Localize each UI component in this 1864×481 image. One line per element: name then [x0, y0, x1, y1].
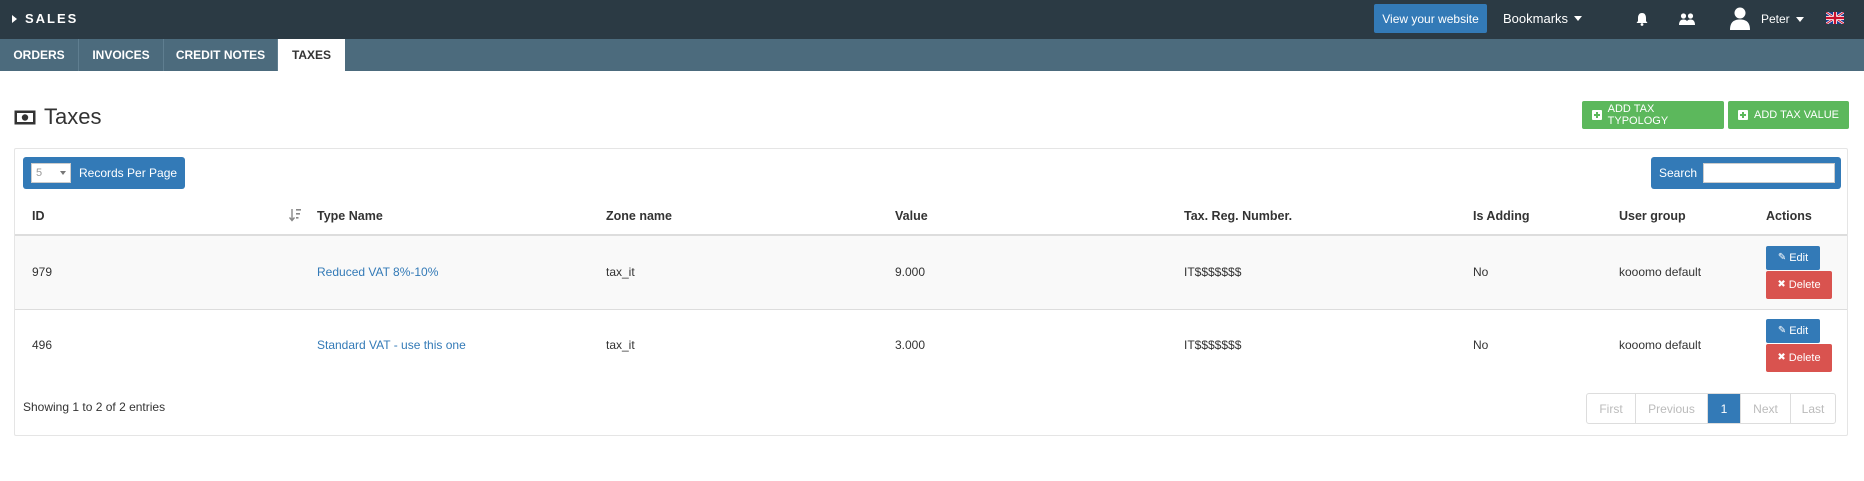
- column-header-actions: Actions: [1766, 209, 1812, 223]
- edit-button[interactable]: ✎ Edit: [1766, 246, 1820, 270]
- add-tax-value-label: ADD TAX VALUE: [1754, 109, 1839, 121]
- column-header-tax-reg[interactable]: Tax. Reg. Number.: [1184, 209, 1292, 223]
- table-row: 979 Reduced VAT 8%-10% tax_it 9.000 IT$$…: [15, 236, 1847, 309]
- users-icon[interactable]: [1678, 12, 1696, 26]
- column-header-type-name[interactable]: Type Name: [317, 209, 383, 223]
- add-tax-typology-label: ADD TAX TYPOLOGY: [1607, 103, 1669, 127]
- delete-label: Delete: [1788, 279, 1821, 291]
- plus-square-icon: [1738, 110, 1748, 120]
- add-tax-value-button[interactable]: ADD TAX VALUE: [1728, 101, 1849, 129]
- cell-value: 3.000: [895, 338, 926, 352]
- view-website-button[interactable]: View your website: [1374, 4, 1487, 33]
- taxes-panel: 5 Records Per Page Search ID Type Name Z…: [14, 148, 1848, 436]
- pagination-next[interactable]: Next: [1741, 394, 1791, 423]
- tab-invoices[interactable]: INVOICES: [79, 39, 164, 71]
- cell-tax-reg: IT$$$$$$$: [1184, 265, 1242, 279]
- edit-icon: ✎: [1777, 325, 1787, 336]
- page-title: Taxes: [14, 104, 101, 130]
- column-header-value[interactable]: Value: [895, 209, 928, 223]
- cell-type-name-link[interactable]: Reduced VAT 8%-10%: [317, 265, 438, 279]
- user-menu[interactable]: Peter: [1761, 12, 1804, 26]
- brand[interactable]: SALES: [12, 11, 78, 26]
- cell-value: 9.000: [895, 265, 926, 279]
- bookmarks-dropdown[interactable]: Bookmarks: [1503, 11, 1583, 26]
- showing-entries-info: Showing 1 to 2 of 2 entries: [23, 400, 166, 414]
- edit-label: Edit: [1789, 325, 1809, 337]
- cell-id: 979: [32, 265, 53, 279]
- records-per-page-label: Records Per Page: [79, 166, 178, 180]
- search-box: Search: [1651, 157, 1841, 189]
- column-header-is-adding[interactable]: Is Adding: [1473, 209, 1529, 223]
- column-header-id[interactable]: ID: [32, 209, 45, 223]
- sort-descending-icon[interactable]: [289, 208, 301, 222]
- cell-user-group: kooomo default: [1619, 265, 1702, 279]
- cell-is-adding: No: [1473, 265, 1489, 279]
- chevron-down-icon: [1795, 16, 1804, 22]
- column-header-user-group[interactable]: User group: [1619, 209, 1686, 223]
- edit-button[interactable]: ✎ Edit: [1766, 319, 1820, 343]
- cell-type-name-link[interactable]: Standard VAT - use this one: [317, 338, 466, 352]
- search-input[interactable]: [1703, 163, 1836, 183]
- money-icon: [14, 110, 36, 124]
- chevron-down-icon: [60, 171, 66, 175]
- records-per-page: 5 Records Per Page: [23, 157, 186, 189]
- edit-icon: ✎: [1777, 252, 1787, 263]
- edit-label: Edit: [1789, 252, 1809, 264]
- bookmarks-label: Bookmarks: [1503, 11, 1569, 26]
- brand-label: SALES: [25, 11, 79, 26]
- pagination-previous[interactable]: Previous: [1636, 394, 1708, 423]
- caret-right-icon: [12, 14, 17, 23]
- delete-button[interactable]: ✖ Delete: [1766, 271, 1832, 299]
- pagination-last[interactable]: Last: [1791, 394, 1835, 423]
- cell-user-group: kooomo default: [1619, 338, 1702, 352]
- table-row: 496 Standard VAT - use this one tax_it 3…: [15, 310, 1847, 383]
- search-label: Search: [1659, 166, 1698, 180]
- records-per-page-select[interactable]: 5: [31, 163, 71, 183]
- tab-bar: ORDERS INVOICES CREDIT NOTES TAXES: [0, 39, 1864, 71]
- tab-orders[interactable]: ORDERS: [0, 39, 79, 71]
- user-avatar-icon[interactable]: [1729, 6, 1751, 30]
- cell-zone-name: tax_it: [606, 338, 635, 352]
- delete-button[interactable]: ✖ Delete: [1766, 344, 1832, 372]
- cell-tax-reg: IT$$$$$$$: [1184, 338, 1242, 352]
- tab-taxes[interactable]: TAXES: [278, 39, 345, 71]
- chevron-down-icon: [1574, 16, 1583, 21]
- cell-is-adding: No: [1473, 338, 1489, 352]
- pagination: First Previous 1 Next Last: [1586, 393, 1836, 424]
- bell-icon[interactable]: [1635, 12, 1649, 26]
- top-navbar: SALES View your website Bookmarks Peter: [0, 0, 1864, 39]
- records-per-page-value: 5: [36, 167, 43, 179]
- column-header-zone-name[interactable]: Zone name: [606, 209, 672, 223]
- delete-label: Delete: [1788, 352, 1821, 364]
- cell-id: 496: [32, 338, 53, 352]
- cell-zone-name: tax_it: [606, 265, 635, 279]
- close-icon: ✖: [1777, 352, 1786, 363]
- pagination-first[interactable]: First: [1587, 394, 1636, 423]
- uk-flag-icon[interactable]: [1826, 12, 1844, 24]
- tab-credit-notes[interactable]: CREDIT NOTES: [164, 39, 278, 71]
- pagination-page-1[interactable]: 1: [1708, 394, 1741, 423]
- user-name-label: Peter: [1761, 12, 1790, 26]
- add-tax-typology-button[interactable]: ADD TAX TYPOLOGY: [1582, 101, 1724, 129]
- plus-square-icon: [1592, 110, 1602, 120]
- page-title-label: Taxes: [44, 104, 102, 129]
- close-icon: ✖: [1777, 279, 1786, 290]
